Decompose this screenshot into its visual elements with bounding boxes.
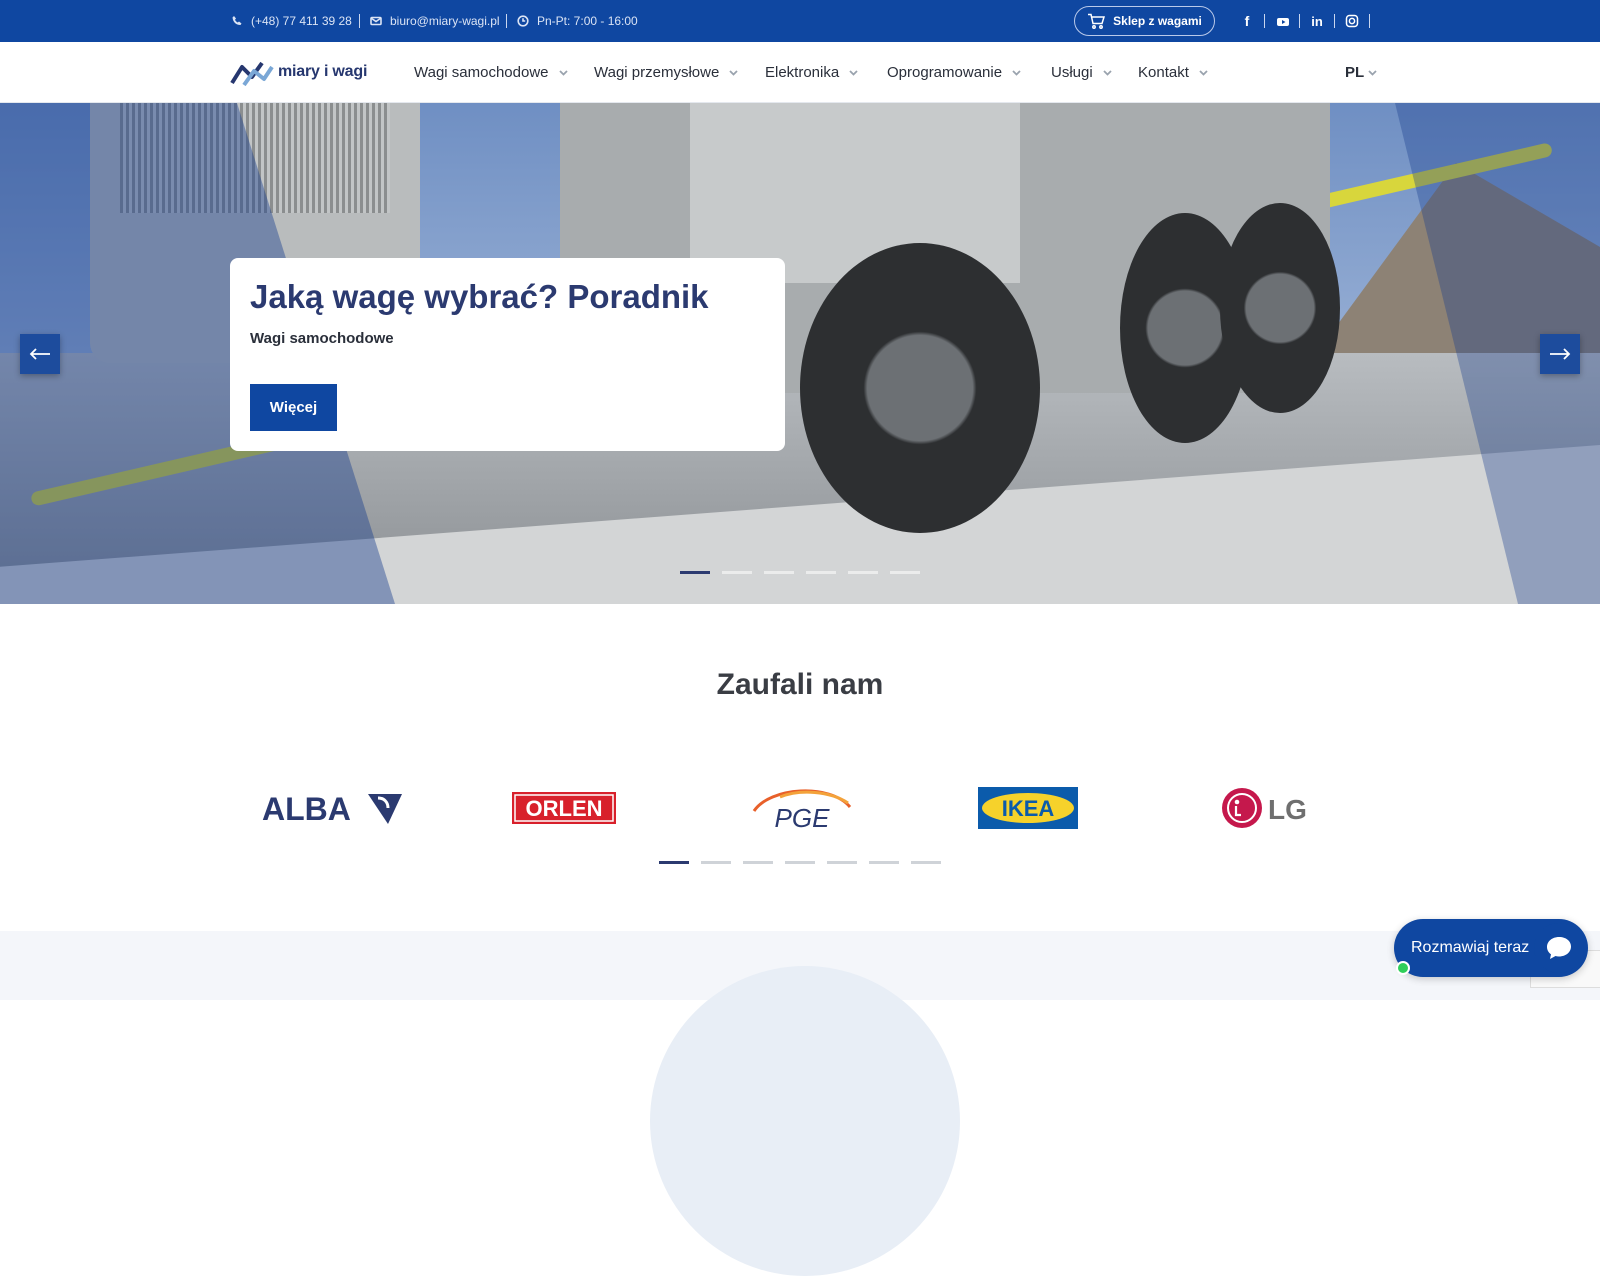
clock-icon: [517, 15, 529, 27]
main-header: miary i wagi Wagi samochodowe Wagi przem…: [0, 42, 1600, 103]
instagram-icon[interactable]: [1342, 11, 1362, 31]
trust-dot[interactable]: [869, 861, 899, 864]
trust-pagination: [659, 861, 941, 864]
divider: [1264, 14, 1265, 28]
shop-button[interactable]: Sklep z wagami: [1074, 6, 1215, 36]
trust-dot[interactable]: [659, 861, 689, 864]
nav-oprogramowanie[interactable]: Oprogramowanie: [887, 42, 1021, 103]
email-contact[interactable]: biuro@miary-wagi.pl: [370, 0, 500, 42]
phone-number[interactable]: (+48) 77 411 39 28: [251, 14, 352, 28]
trust-section-title: Zaufali nam: [716, 668, 884, 701]
logo-alba: ALBA: [260, 780, 405, 836]
chevron-down-icon: [849, 70, 858, 76]
chevron-down-icon: [729, 70, 738, 76]
orlen-text: ORLEN: [526, 796, 603, 821]
language-label: PL: [1345, 64, 1365, 81]
chevron-down-icon: [1103, 70, 1112, 76]
ikea-text: IKEA: [1002, 796, 1055, 821]
arrow-right-icon: [1550, 348, 1571, 360]
logo-pge: PGE: [750, 780, 855, 836]
slider-dot[interactable]: [890, 571, 920, 574]
logo-orlen: ORLEN: [512, 780, 616, 836]
arrow-left-icon: [29, 348, 50, 360]
hero-more-button[interactable]: Więcej: [250, 384, 337, 431]
nav-label: Usługi: [1051, 64, 1093, 81]
trust-dot[interactable]: [785, 861, 815, 864]
facebook-icon[interactable]: f: [1237, 11, 1257, 31]
nav-wagi-samochodowe[interactable]: Wagi samochodowe: [414, 42, 568, 103]
trust-dot[interactable]: [701, 861, 731, 864]
live-chat-button[interactable]: Rozmawiaj teraz: [1394, 919, 1588, 977]
cart-icon: [1088, 13, 1106, 29]
nav-kontakt[interactable]: Kontakt: [1138, 42, 1208, 103]
trust-dot[interactable]: [743, 861, 773, 864]
trust-dot[interactable]: [911, 861, 941, 864]
hours-text: Pn-Pt: 7:00 - 16:00: [537, 14, 638, 28]
linkedin-icon[interactable]: in: [1307, 11, 1327, 31]
phone-contact[interactable]: (+48) 77 411 39 28: [231, 0, 352, 42]
online-status-dot: [1396, 961, 1410, 975]
slider-dot[interactable]: [722, 571, 752, 574]
nav-wagi-przemyslowe[interactable]: Wagi przemysłowe: [594, 42, 738, 103]
shop-button-label: Sklep z wagami: [1113, 14, 1202, 28]
logo-mark-icon: [230, 61, 274, 87]
nav-uslugi[interactable]: Usługi: [1051, 42, 1112, 103]
divider: [1299, 14, 1300, 28]
slider-pagination: [680, 571, 920, 574]
slider-next-button[interactable]: [1540, 334, 1580, 374]
top-bar: (+48) 77 411 39 28 biuro@miary-wagi.pl P…: [0, 0, 1600, 42]
nav-label: Wagi samochodowe: [414, 64, 549, 81]
lg-text: LG: [1268, 794, 1307, 825]
chevron-down-icon: [1012, 70, 1021, 76]
decorative-arc: [650, 966, 960, 1276]
trust-dot[interactable]: [827, 861, 857, 864]
opening-hours: Pn-Pt: 7:00 - 16:00: [517, 0, 638, 42]
nav-label: Kontakt: [1138, 64, 1189, 81]
alba-text: ALBA: [262, 791, 351, 827]
chevron-down-icon: [558, 70, 568, 76]
pge-text: PGE: [775, 803, 831, 831]
divider: [359, 14, 360, 28]
logo-ikea: IKEA: [978, 780, 1078, 836]
hero-slider: Jaką wagę wybrać? Poradnik Wagi samochod…: [0, 103, 1600, 604]
logo-text: miary i wagi: [278, 63, 368, 80]
slider-dot[interactable]: [848, 571, 878, 574]
language-switcher[interactable]: PL: [1345, 42, 1377, 103]
phone-icon: [232, 16, 242, 25]
divider: [506, 14, 507, 28]
chevron-down-icon: [1199, 70, 1208, 76]
chat-bubble-icon: [1534, 923, 1584, 973]
slider-prev-button[interactable]: [20, 334, 60, 374]
hero-card: Jaką wagę wybrać? Poradnik Wagi samochod…: [230, 258, 785, 451]
slider-dot[interactable]: [806, 571, 836, 574]
nav-label: Wagi przemysłowe: [594, 64, 720, 81]
hero-title: Jaką wagę wybrać? Poradnik: [250, 278, 709, 315]
logo[interactable]: miary i wagi: [230, 56, 367, 88]
youtube-icon[interactable]: [1273, 11, 1293, 31]
nav-label: Elektronika: [765, 64, 840, 81]
envelope-icon: [370, 16, 382, 26]
logo-lg: LG: [1220, 780, 1310, 836]
divider: [1369, 14, 1370, 28]
next-section: [0, 931, 1600, 1276]
slider-dot[interactable]: [764, 571, 794, 574]
chevron-down-icon: [1368, 70, 1377, 76]
divider: [1334, 14, 1335, 28]
hero-subtitle[interactable]: Wagi samochodowe: [250, 330, 765, 347]
nav-elektronika[interactable]: Elektronika: [765, 42, 858, 103]
nav-label: Oprogramowanie: [887, 64, 1003, 81]
email-address[interactable]: biuro@miary-wagi.pl: [390, 14, 500, 28]
chat-label: Rozmawiaj teraz: [1411, 939, 1530, 956]
slider-dot[interactable]: [680, 571, 710, 574]
